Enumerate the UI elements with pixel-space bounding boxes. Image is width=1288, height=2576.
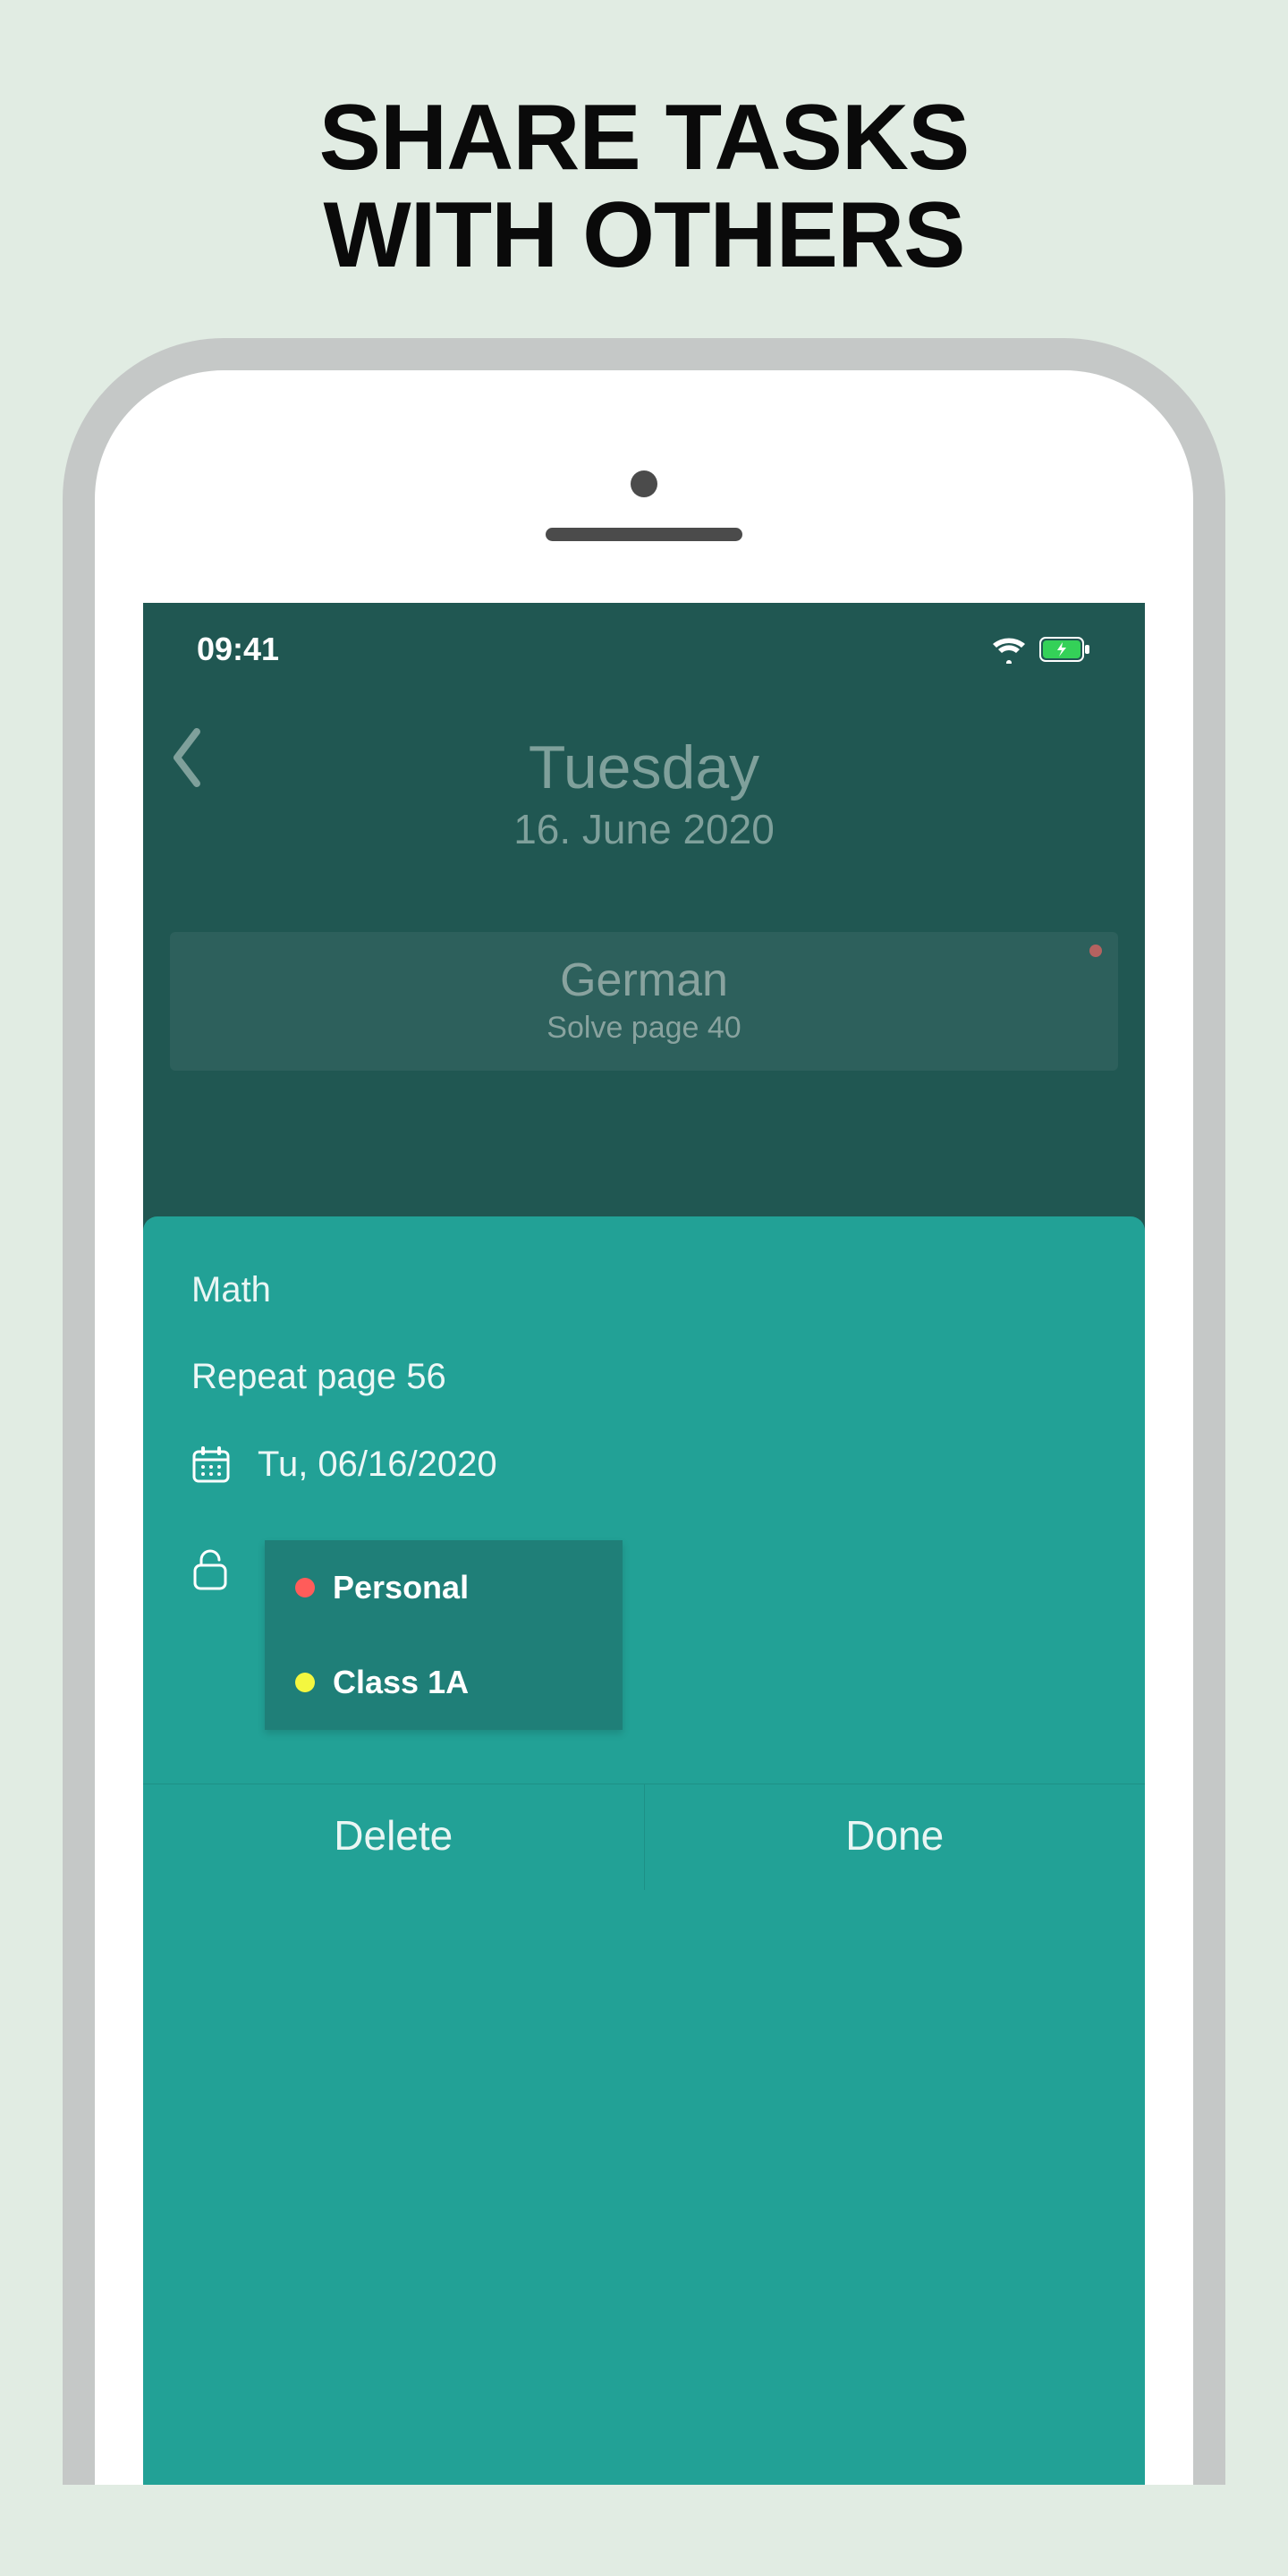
dot-red-icon — [295, 1578, 315, 1597]
battery-charging-icon — [1039, 637, 1091, 662]
headline-line2: WITH OTHERS — [319, 187, 970, 284]
nav-date: 16. June 2020 — [166, 805, 1122, 853]
phone-speaker — [546, 528, 742, 541]
nav-day: Tuesday — [166, 734, 1122, 801]
status-time: 09:41 — [197, 631, 279, 668]
headline: SHARE TASKS WITH OTHERS — [319, 89, 970, 284]
sheet-share-row: Personal Class 1A — [191, 1540, 1097, 1730]
headline-line1: SHARE TASKS — [319, 89, 970, 187]
status-bar: 09:41 — [143, 603, 1145, 674]
unlock-icon[interactable] — [191, 1540, 229, 1590]
share-option-personal[interactable]: Personal — [265, 1540, 623, 1635]
share-option-label: Personal — [333, 1569, 469, 1606]
task-sheet: Math Repeat page 56 Tu, 06/16/2020 — [143, 1216, 1145, 2485]
wifi-icon — [991, 635, 1027, 664]
sheet-below-area — [143, 1900, 1145, 2485]
sheet-subject[interactable]: Math — [191, 1270, 1097, 1310]
share-option-class[interactable]: Class 1A — [265, 1635, 623, 1730]
screen: 09:41 — [143, 603, 1145, 2485]
share-dropdown: Personal Class 1A — [265, 1540, 623, 1730]
done-button[interactable]: Done — [645, 1784, 1146, 1890]
status-right — [991, 635, 1091, 664]
task-card-description: Solve page 40 — [188, 1011, 1100, 1046]
nav-title-group: Tuesday 16. June 2020 — [166, 734, 1122, 853]
sheet-date-value: Tu, 06/16/2020 — [258, 1445, 497, 1485]
delete-button[interactable]: Delete — [143, 1784, 645, 1890]
task-card-subject: German — [188, 953, 1100, 1007]
task-card[interactable]: German Solve page 40 — [170, 932, 1118, 1071]
phone-camera — [631, 470, 657, 497]
sheet-date-row[interactable]: Tu, 06/16/2020 — [191, 1442, 1097, 1487]
phone-frame: 09:41 — [63, 338, 1225, 2485]
nav-bar: Tuesday 16. June 2020 — [143, 717, 1145, 869]
share-option-label: Class 1A — [333, 1664, 469, 1701]
sheet-button-row: Delete Done — [143, 1784, 1145, 1890]
sheet-description[interactable]: Repeat page 56 — [191, 1357, 1097, 1397]
back-button[interactable] — [166, 726, 209, 789]
calendar-icon — [191, 1445, 231, 1484]
dot-yellow-icon — [295, 1673, 315, 1692]
